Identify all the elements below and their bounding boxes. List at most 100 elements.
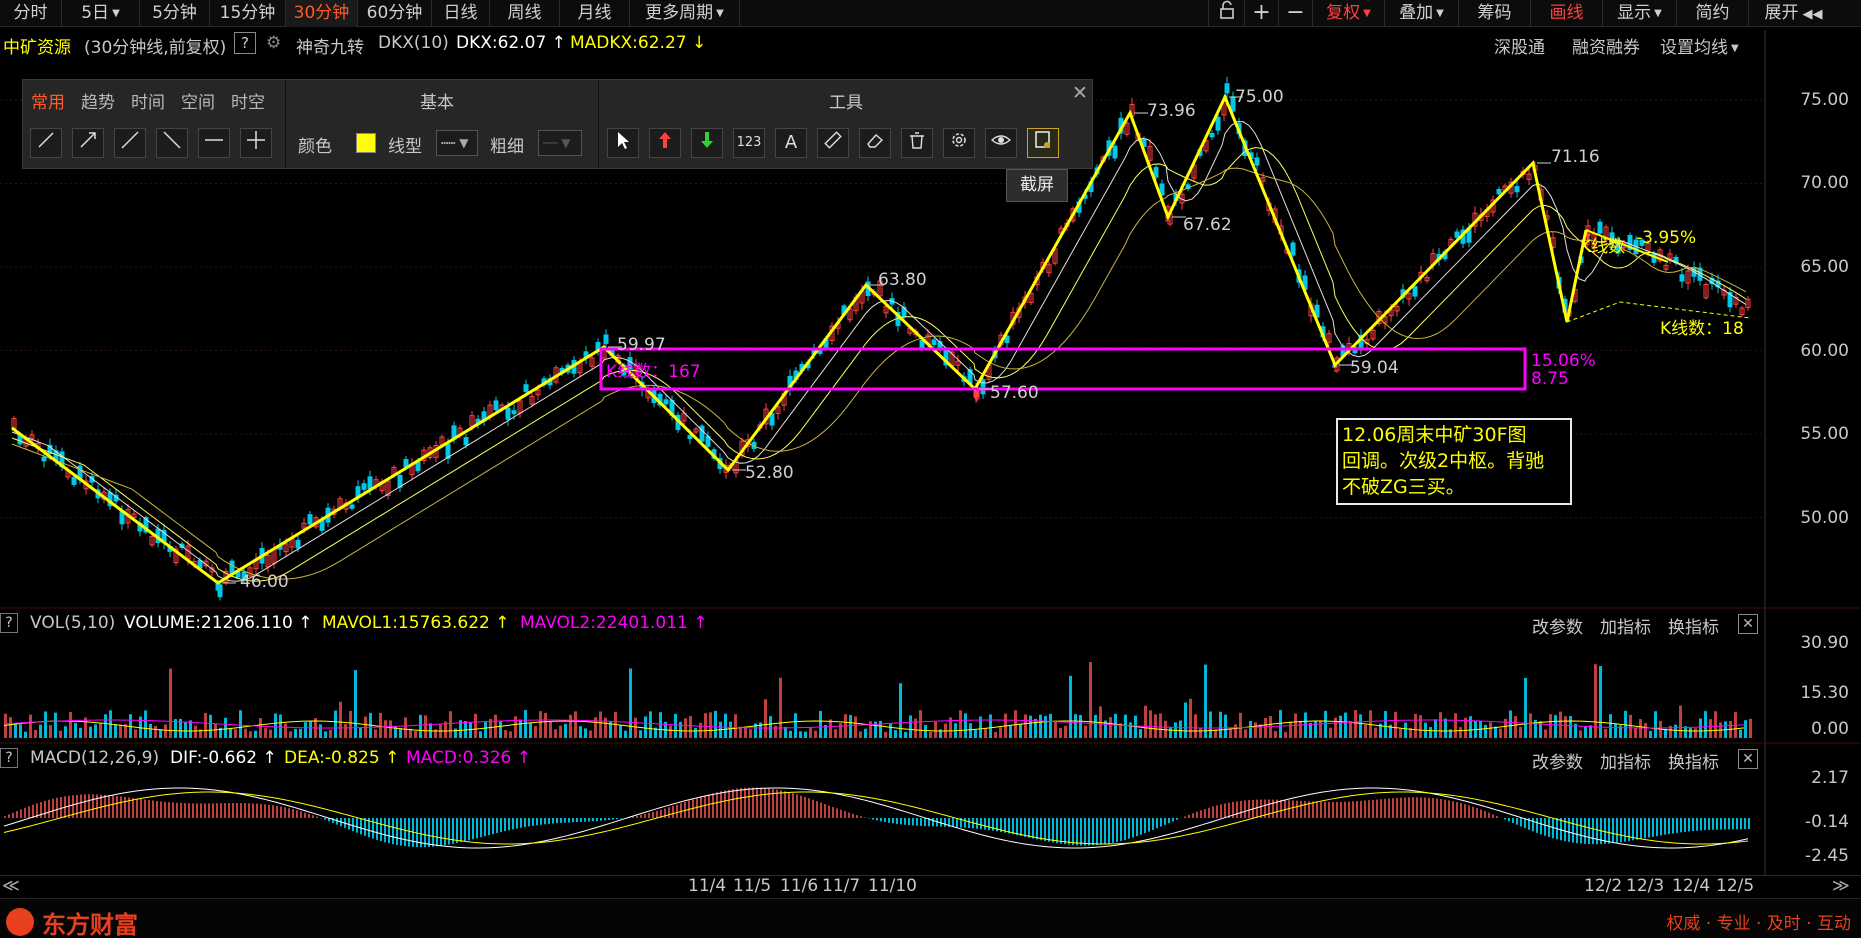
macd-bar: [1332, 801, 1334, 818]
switch-indicator-button[interactable]: 换指标: [1668, 613, 1719, 638]
width-select[interactable]: ── ▼: [538, 130, 582, 156]
volume-bar: [809, 727, 812, 738]
ray-icon[interactable]: [72, 128, 104, 158]
macd-bar: [388, 818, 390, 844]
volume-bar: [619, 725, 622, 738]
volume-bar: [164, 724, 167, 738]
macd-bar: [1716, 818, 1718, 830]
tab-spacetime[interactable]: 时空: [231, 88, 265, 113]
ruler-icon[interactable]: [817, 128, 849, 158]
candle-body: [1412, 286, 1418, 297]
volume-bar: [1094, 714, 1097, 738]
volume-bar: [374, 729, 377, 738]
macd-bar: [680, 803, 682, 818]
cursor-icon[interactable]: [607, 128, 639, 158]
scroll-left-icon[interactable]: ≪: [2, 876, 20, 896]
volume-bar: [869, 721, 872, 738]
help-button[interactable]: ?: [0, 748, 18, 768]
text-icon[interactable]: A: [775, 128, 807, 158]
macd-bar: [312, 815, 314, 818]
volume-bar: [104, 714, 107, 738]
macd-bar: [880, 818, 882, 822]
edit-params-button[interactable]: 改参数: [1532, 613, 1583, 638]
horizontal-line-icon[interactable]: [198, 128, 230, 158]
macd-bar: [1480, 809, 1482, 818]
volume-bar: [1054, 720, 1057, 738]
eye-icon[interactable]: [985, 128, 1017, 158]
volume-bar: [1114, 713, 1117, 738]
screenshot-icon[interactable]: [1027, 128, 1059, 158]
macd-bar: [1656, 818, 1658, 837]
line-icon[interactable]: [114, 128, 146, 158]
close-icon[interactable]: ✕: [1738, 614, 1758, 634]
volume-bar: [909, 715, 912, 738]
tab-common[interactable]: 常用: [31, 88, 65, 113]
close-icon[interactable]: ✕: [1068, 82, 1092, 106]
add-indicator-button[interactable]: 加指标: [1600, 748, 1651, 773]
up-arrow-icon[interactable]: [649, 128, 681, 158]
linetype-select[interactable]: ┅┅ ▼: [436, 130, 478, 156]
volume-bar: [1244, 729, 1247, 738]
crosshair-icon[interactable]: [240, 128, 272, 158]
volume-bar: [519, 719, 522, 738]
volume-bar: [929, 731, 932, 738]
macd-bar: [8, 814, 10, 818]
help-button[interactable]: ?: [0, 613, 18, 633]
color-swatch[interactable]: [356, 133, 376, 153]
tab-trend[interactable]: 趋势: [81, 88, 115, 113]
volume-bar: [1044, 716, 1047, 738]
macd-bar: [176, 802, 178, 818]
volume-title[interactable]: VOL(5,10): [30, 613, 115, 633]
volume-bar: [599, 711, 602, 738]
macd-bar: [1116, 818, 1118, 842]
candle-body: [71, 476, 77, 485]
macd-bar: [648, 813, 650, 818]
macd-bar: [120, 796, 122, 818]
macd-bar: [1044, 818, 1046, 841]
macd-bar: [856, 815, 858, 818]
number-icon[interactable]: 123: [733, 128, 765, 158]
macd-bar: [1672, 818, 1674, 834]
macd-bar: [968, 818, 970, 829]
macd-bar: [1188, 814, 1190, 818]
trash-icon[interactable]: [901, 128, 933, 158]
settings-icon[interactable]: [943, 128, 975, 158]
macd-bar: [548, 818, 550, 824]
eraser-icon[interactable]: [859, 128, 891, 158]
macd-bar: [1076, 818, 1078, 846]
basic-section: 基本 颜色 线型 ┅┅ ▼ 粗细 ── ▼: [286, 80, 599, 168]
macd-bar: [984, 818, 986, 830]
tab-space[interactable]: 空间: [181, 88, 215, 113]
macd-title[interactable]: MACD(12,26,9): [30, 748, 159, 768]
zigzag-line[interactable]: [11, 93, 1588, 585]
dea-value: DEA:-0.825 ↑: [284, 748, 400, 768]
close-icon[interactable]: ✕: [1738, 749, 1758, 769]
down-line-icon[interactable]: [156, 128, 188, 158]
volume-bar: [1144, 705, 1147, 738]
macd-bar: [488, 818, 490, 836]
add-indicator-button[interactable]: 加指标: [1600, 613, 1651, 638]
macd-bar: [1156, 818, 1158, 829]
switch-indicator-button[interactable]: 换指标: [1668, 748, 1719, 773]
macd-bar: [1152, 818, 1154, 830]
segment-icon[interactable]: [30, 128, 62, 158]
volume-bar: [329, 729, 332, 738]
macd-bar: [1072, 818, 1074, 846]
macd-bar: [232, 803, 234, 818]
volume-bar: [119, 724, 122, 738]
down-arrow-icon[interactable]: [691, 128, 723, 158]
macd-bar: [1416, 797, 1418, 818]
price-tick: 50.00: [1800, 508, 1849, 528]
macd-bar: [1664, 818, 1666, 835]
volume-bar: [1074, 714, 1077, 738]
macd-bar: [1684, 818, 1686, 832]
tab-time[interactable]: 时间: [131, 88, 165, 113]
edit-params-button[interactable]: 改参数: [1532, 748, 1583, 773]
macd-bar: [588, 818, 590, 822]
volume-bar: [224, 717, 227, 738]
volume-bar: [114, 724, 117, 738]
note-textbox[interactable]: 12.06周末中矿30F图 回调。次级2中枢。背驰 不破ZG三买。: [1336, 418, 1572, 505]
macd-bar: [1356, 801, 1358, 818]
scroll-right-icon[interactable]: ≫: [1832, 876, 1850, 896]
volume-bar: [529, 722, 532, 738]
